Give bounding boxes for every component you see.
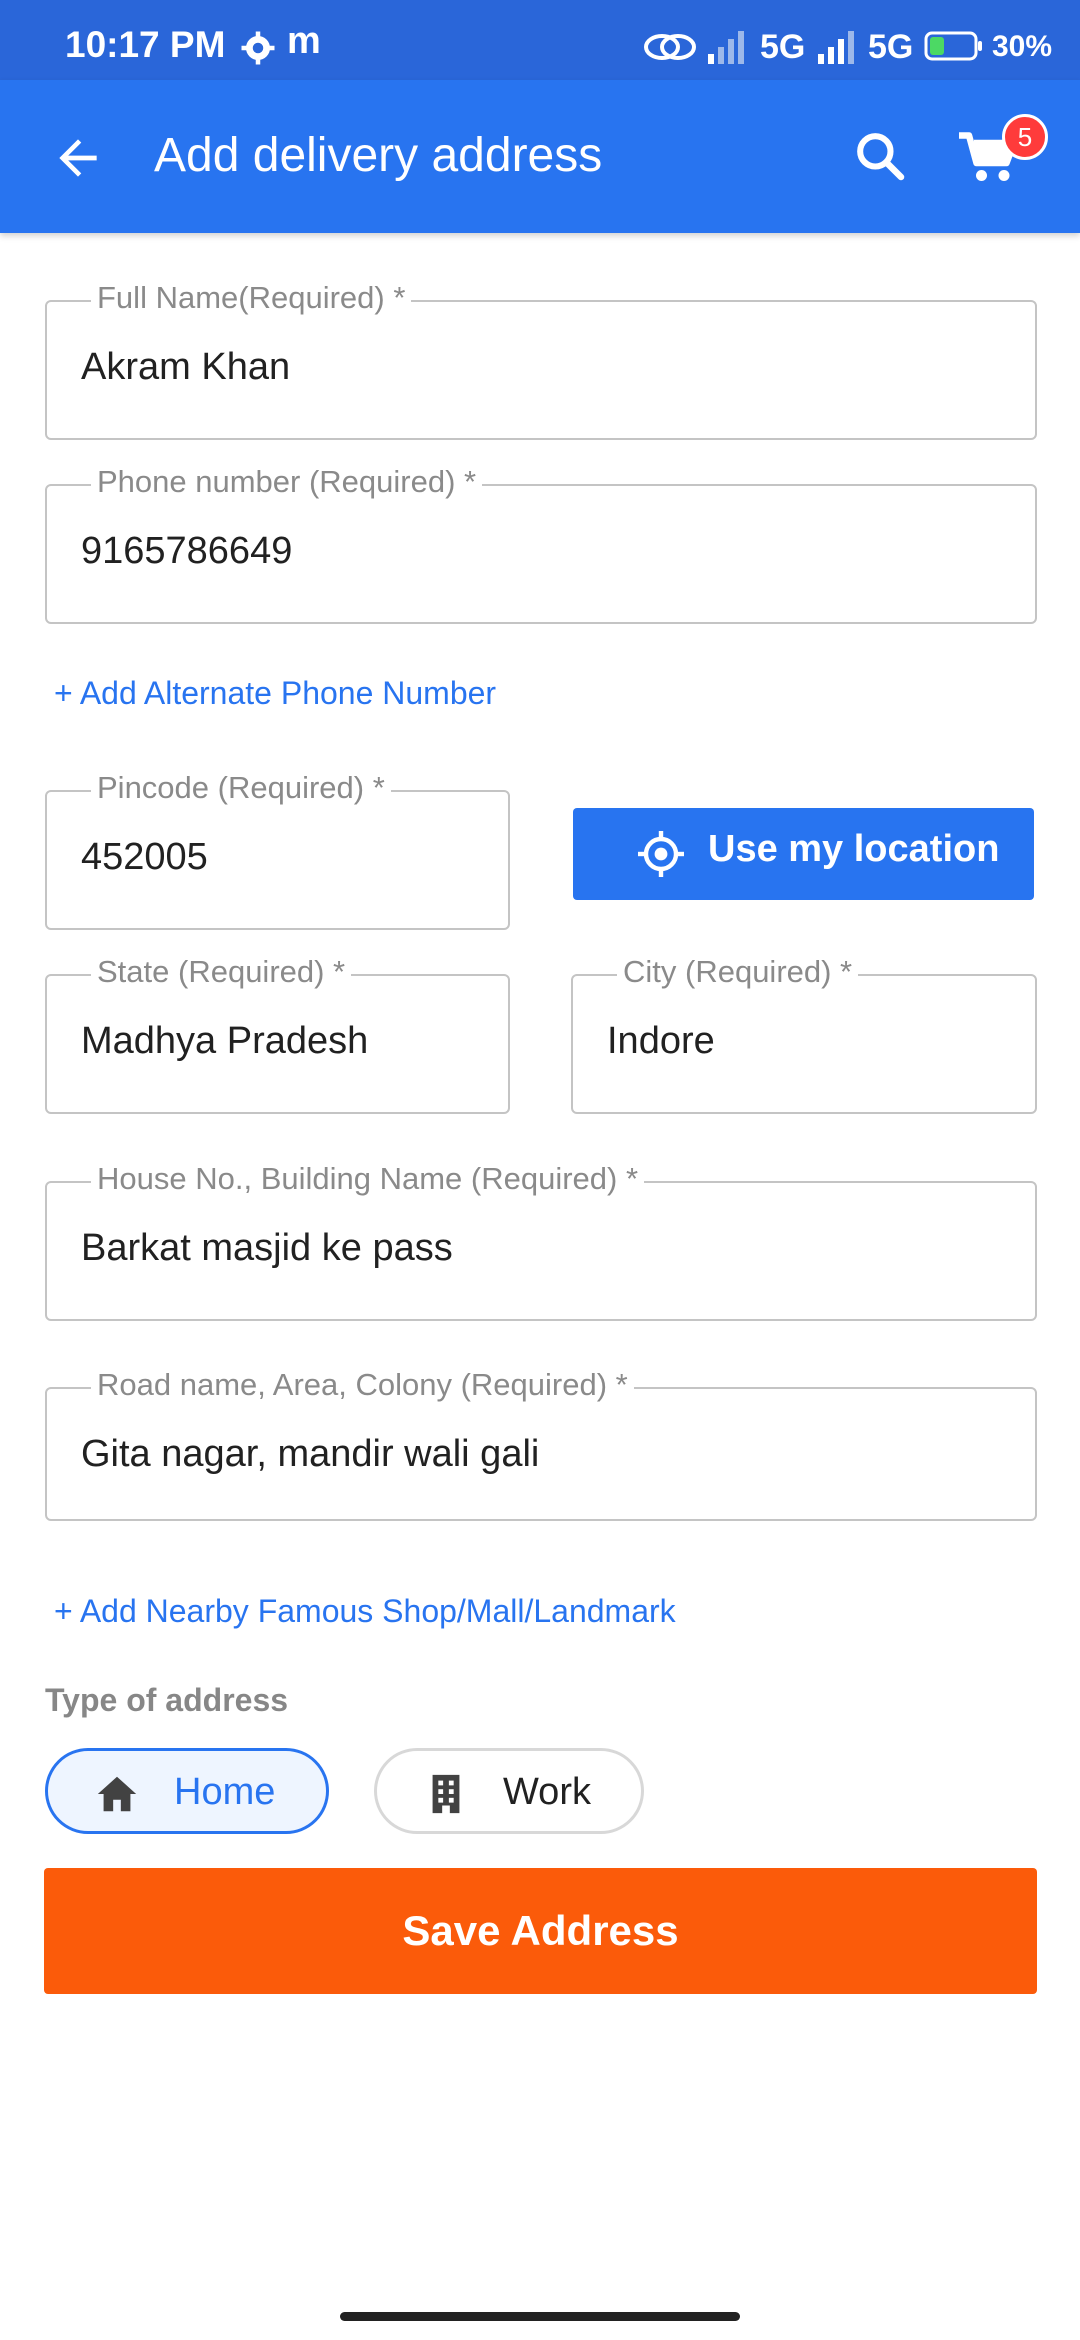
back-arrow-icon[interactable]	[50, 130, 106, 186]
address-type-label: Type of address	[45, 1682, 289, 1718]
link-icon	[644, 34, 696, 60]
settings-gear-icon	[241, 31, 275, 65]
use-my-location-button[interactable]: Use my location	[573, 808, 1034, 900]
network-type-2: 5G	[868, 28, 914, 66]
field-value: 9165786649	[81, 530, 293, 572]
field-label: City (Required) *	[617, 954, 859, 990]
house-building-field[interactable]: House No., Building Name (Required) * Ba…	[45, 1161, 1037, 1321]
building-icon	[432, 1774, 460, 1814]
full-name-field[interactable]: Full Name(Required) * Akram Khan	[45, 280, 1037, 440]
chip-label: Work	[503, 1771, 591, 1813]
field-value: Akram Khan	[81, 346, 291, 388]
save-address-button[interactable]: Save Address	[44, 1868, 1037, 1994]
field-label: Full Name(Required) *	[91, 280, 412, 316]
field-label: House No., Building Name (Required) *	[91, 1161, 645, 1197]
field-value: Barkat masjid ke pass	[81, 1227, 453, 1269]
field-label: Pincode (Required) *	[91, 770, 391, 806]
address-type-home-chip[interactable]: Home	[45, 1748, 329, 1834]
field-value: Gita nagar, mandir wali gali	[81, 1433, 540, 1475]
use-my-location-label: Use my location	[708, 828, 1000, 870]
cart-count-badge: 5	[1002, 114, 1048, 160]
field-value: 452005	[81, 836, 208, 878]
field-value: Indore	[607, 1020, 715, 1062]
signal-icon	[708, 31, 744, 64]
road-area-field[interactable]: Road name, Area, Colony (Required) * Git…	[45, 1367, 1037, 1521]
phone-field[interactable]: Phone number (Required) * 9165786649	[45, 464, 1037, 624]
battery-icon	[924, 31, 982, 61]
field-label: Road name, Area, Colony (Required) *	[91, 1367, 634, 1403]
add-alternate-phone-link[interactable]: + Add Alternate Phone Number	[54, 675, 496, 712]
field-value: Madhya Pradesh	[81, 1020, 369, 1062]
city-field[interactable]: City (Required) * Indore	[571, 954, 1037, 1114]
search-icon[interactable]	[852, 128, 908, 184]
battery-percent: 30%	[992, 30, 1053, 63]
pincode-field[interactable]: Pincode (Required) * 452005	[45, 770, 510, 930]
location-target-icon	[638, 831, 684, 877]
status-bar: 10:17 PM m 5G 5G 30%	[0, 0, 1080, 80]
add-landmark-link[interactable]: + Add Nearby Famous Shop/Mall/Landmark	[54, 1593, 676, 1630]
state-field[interactable]: State (Required) * Madhya Pradesh	[45, 954, 510, 1114]
home-indicator[interactable]	[340, 2312, 740, 2321]
status-time: 10:17 PM	[65, 24, 226, 65]
field-label: Phone number (Required) *	[91, 464, 483, 500]
field-label: State (Required) *	[91, 954, 352, 990]
page-title: Add delivery address	[154, 129, 603, 182]
app-bar: Add delivery address 5	[0, 80, 1080, 233]
signal-icon	[818, 31, 854, 64]
home-icon	[97, 1776, 137, 1812]
carrier-m-icon: m	[287, 20, 321, 62]
address-type-work-chip[interactable]: Work	[374, 1748, 644, 1834]
chip-label: Home	[174, 1771, 276, 1813]
network-type-1: 5G	[760, 28, 806, 66]
